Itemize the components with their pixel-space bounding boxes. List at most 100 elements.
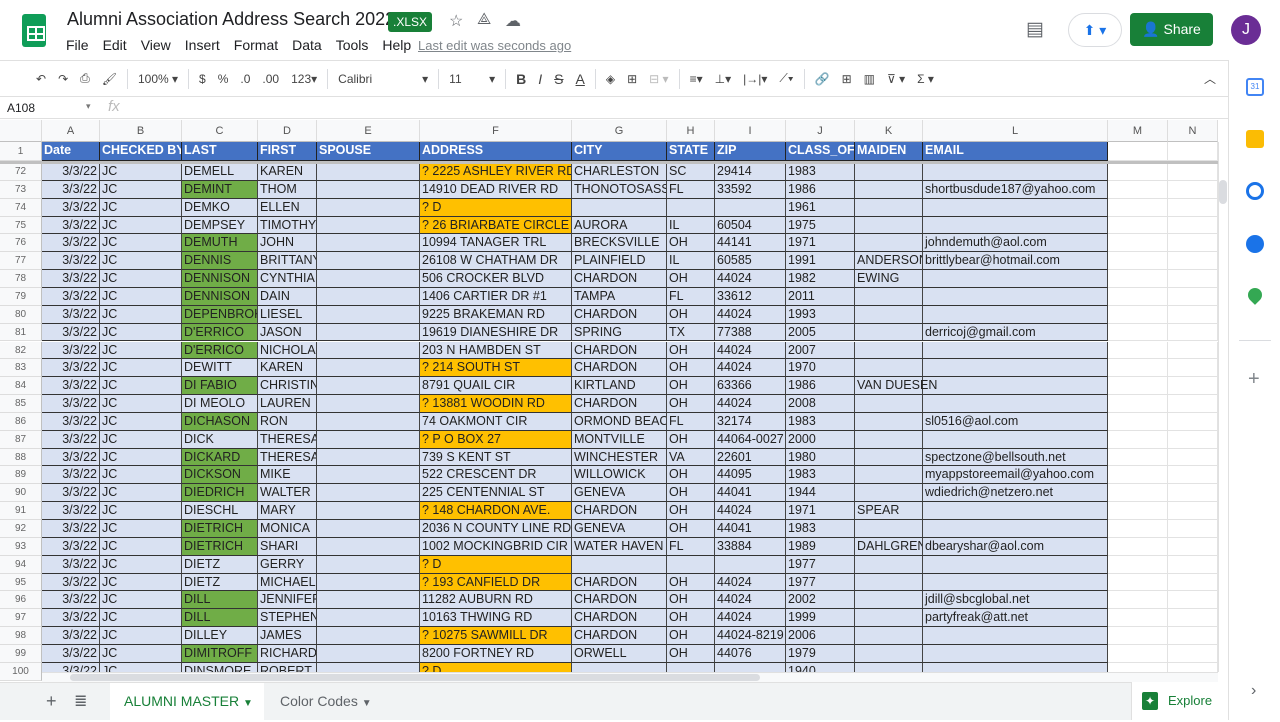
explore-button[interactable]: ✦ Explore	[1131, 682, 1228, 720]
date-cell[interactable]: 3/3/22	[42, 395, 100, 413]
city-cell[interactable]: MONTVILLE	[572, 430, 667, 449]
first-name-cell[interactable]: JENNIFER	[258, 591, 317, 610]
state-cell[interactable]: OH	[667, 644, 715, 663]
spouse-cell[interactable]	[317, 198, 420, 217]
maiden-cell[interactable]	[855, 359, 923, 378]
checked-by-cell[interactable]: JC	[100, 502, 182, 520]
text-wrap-icon[interactable]: |→|▾	[743, 72, 767, 86]
state-cell[interactable]: FL	[667, 180, 715, 199]
last-name-cell[interactable]: DEWITT	[182, 359, 258, 378]
tab-color-codes[interactable]: Color Codes ▼	[266, 683, 386, 721]
row-header[interactable]: 98	[0, 627, 42, 645]
cell[interactable]	[1108, 377, 1168, 396]
email-cell[interactable]: sl0516@aol.com	[923, 412, 1108, 431]
menu-view[interactable]: View	[141, 37, 171, 53]
row-header[interactable]: 76	[0, 234, 42, 253]
last-name-cell[interactable]: DEMKO	[182, 198, 258, 217]
last-name-cell[interactable]: DEMPSEY	[182, 216, 258, 235]
date-cell[interactable]: 3/3/22	[42, 377, 100, 396]
last-name-cell[interactable]: DEMELL	[182, 163, 258, 181]
row-header[interactable]: 93	[0, 537, 42, 556]
address-cell[interactable]: 225 CENTENNIAL ST	[420, 484, 572, 503]
header-cell[interactable]: CITY	[572, 142, 667, 161]
insert-comment-icon[interactable]: ⊞	[842, 72, 852, 86]
email-cell[interactable]	[923, 430, 1108, 449]
class-of-cell[interactable]: 1982	[786, 270, 855, 288]
frozen-row-divider[interactable]	[0, 161, 1218, 164]
cell[interactable]	[1108, 448, 1168, 467]
state-cell[interactable]: FL	[667, 412, 715, 431]
maiden-cell[interactable]	[855, 644, 923, 663]
last-name-cell[interactable]: DEMUTH	[182, 234, 258, 253]
class-of-cell[interactable]: 1980	[786, 448, 855, 467]
maps-icon[interactable]	[1245, 285, 1265, 305]
state-cell[interactable]: OH	[667, 627, 715, 645]
maiden-cell[interactable]	[855, 216, 923, 235]
spouse-cell[interactable]	[317, 234, 420, 253]
cell[interactable]	[1108, 359, 1168, 378]
first-name-cell[interactable]: THERESA	[258, 430, 317, 449]
cell[interactable]	[1108, 555, 1168, 574]
state-cell[interactable]	[667, 198, 715, 217]
city-cell[interactable]: CHARDON	[572, 305, 667, 324]
first-name-cell[interactable]: NICHOLAS	[258, 341, 317, 360]
cell[interactable]	[1108, 502, 1168, 520]
comment-history-icon[interactable]: ▤	[1026, 18, 1044, 41]
column-header-n[interactable]: N	[1168, 120, 1218, 142]
header-cell[interactable]: CLASS_OF	[786, 142, 855, 161]
class-of-cell[interactable]: 2002	[786, 591, 855, 610]
email-cell[interactable]	[923, 305, 1108, 324]
column-header-j[interactable]: J	[786, 120, 855, 142]
address-cell[interactable]: ? D	[420, 555, 572, 574]
zip-cell[interactable]: 44024	[715, 341, 786, 360]
first-name-cell[interactable]: MICHAEL	[258, 573, 317, 592]
last-name-cell[interactable]: D'ERRICO	[182, 323, 258, 342]
city-cell[interactable]: CHARDON	[572, 502, 667, 520]
email-cell[interactable]	[923, 644, 1108, 663]
row-header[interactable]: 90	[0, 484, 42, 503]
first-name-cell[interactable]: SHARI	[258, 537, 317, 556]
email-cell[interactable]	[923, 573, 1108, 592]
row-header[interactable]: 80	[0, 305, 42, 324]
cell[interactable]	[1168, 502, 1218, 520]
checked-by-cell[interactable]: JC	[100, 198, 182, 217]
cell[interactable]	[1168, 163, 1218, 181]
last-name-cell[interactable]: DIETZ	[182, 555, 258, 574]
spouse-cell[interactable]	[317, 341, 420, 360]
checked-by-cell[interactable]: JC	[100, 520, 182, 538]
first-name-cell[interactable]: RON	[258, 412, 317, 431]
checked-by-cell[interactable]: JC	[100, 537, 182, 556]
header-cell[interactable]: ZIP	[715, 142, 786, 161]
email-cell[interactable]: myappstoreemail@yahoo.com	[923, 466, 1108, 485]
city-cell[interactable]: KIRTLAND	[572, 377, 667, 396]
cell[interactable]	[1168, 644, 1218, 663]
row-header[interactable]: 94	[0, 555, 42, 574]
state-cell[interactable]	[667, 555, 715, 574]
date-cell[interactable]: 3/3/22	[42, 430, 100, 449]
zip-cell[interactable]	[715, 198, 786, 217]
currency-button[interactable]: $	[199, 72, 206, 86]
date-cell[interactable]: 3/3/22	[42, 484, 100, 503]
class-of-cell[interactable]: 1986	[786, 180, 855, 199]
address-cell[interactable]: ? 148 CHARDON AVE.	[420, 502, 572, 520]
email-cell[interactable]: brittlybear@hotmail.com	[923, 252, 1108, 271]
state-cell[interactable]: OH	[667, 484, 715, 503]
column-header-m[interactable]: M	[1108, 120, 1168, 142]
first-name-cell[interactable]: MIKE	[258, 466, 317, 485]
cell[interactable]	[1168, 287, 1218, 306]
email-cell[interactable]: spectzone@bellsouth.net	[923, 448, 1108, 467]
last-name-cell[interactable]: DILL	[182, 591, 258, 610]
city-cell[interactable]: CHARLESTON	[572, 163, 667, 181]
date-cell[interactable]: 3/3/22	[42, 412, 100, 431]
checked-by-cell[interactable]: JC	[100, 484, 182, 503]
column-header-a[interactable]: A	[42, 120, 100, 142]
cell[interactable]	[1108, 216, 1168, 235]
class-of-cell[interactable]: 1993	[786, 305, 855, 324]
class-of-cell[interactable]: 2000	[786, 430, 855, 449]
cell[interactable]	[1168, 591, 1218, 610]
italic-icon[interactable]: I	[538, 71, 542, 87]
date-cell[interactable]: 3/3/22	[42, 163, 100, 181]
state-cell[interactable]: TX	[667, 323, 715, 342]
city-cell[interactable]: CHARDON	[572, 395, 667, 413]
city-cell[interactable]	[572, 198, 667, 217]
